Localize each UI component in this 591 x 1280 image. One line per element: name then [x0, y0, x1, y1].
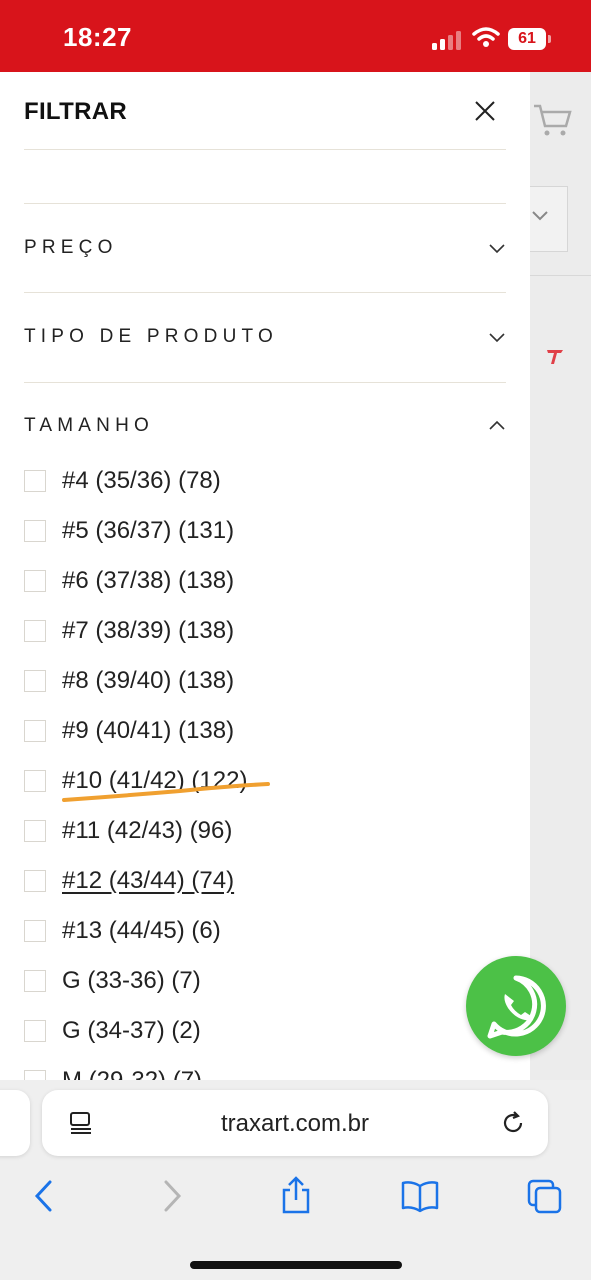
size-option[interactable]: G (33-36) (7): [24, 963, 484, 999]
close-icon[interactable]: [470, 96, 500, 126]
section-label: TIPO DE PRODUTO: [24, 326, 278, 347]
option-label: #7 (38/39) (138): [62, 617, 235, 644]
size-option[interactable]: #12 (43/44) (74): [24, 863, 484, 899]
cellular-signal-icon: [432, 30, 464, 50]
checkbox[interactable]: [24, 820, 46, 842]
size-option[interactable]: G (34-37) (2): [24, 1013, 484, 1049]
checkbox[interactable]: [24, 970, 46, 992]
section-label: PREÇO: [24, 237, 118, 258]
url-text: traxart.com.br: [220, 1110, 370, 1137]
forward-icon[interactable]: [158, 1178, 186, 1214]
section-label: TAMANHO: [24, 415, 154, 436]
home-indicator: [190, 1261, 402, 1269]
option-label: #4 (35/36) (78): [62, 467, 221, 494]
checkbox[interactable]: [24, 620, 46, 642]
section-size[interactable]: TAMANHO: [24, 405, 506, 445]
section-price[interactable]: PREÇO: [24, 227, 506, 267]
option-label: #8 (39/40) (138): [62, 667, 235, 694]
checkbox[interactable]: [24, 520, 46, 542]
option-label: G (33-36) (7): [62, 967, 201, 994]
tabs-icon[interactable]: [526, 1178, 564, 1216]
chevron-down-icon: [489, 244, 505, 254]
wifi-icon: [472, 27, 500, 47]
size-option[interactable]: #11 (42/43) (96): [24, 813, 484, 849]
bookmarks-icon[interactable]: [400, 1178, 440, 1214]
checkbox[interactable]: [24, 720, 46, 742]
size-option[interactable]: #13 (44/45) (6): [24, 913, 484, 949]
status-bar: 18:27 61: [0, 0, 591, 72]
whatsapp-button[interactable]: [466, 956, 566, 1056]
divider: [24, 382, 506, 383]
option-label: #6 (37/38) (138): [62, 567, 235, 594]
whatsapp-icon: [487, 975, 546, 1039]
checkbox[interactable]: [24, 470, 46, 492]
option-label: G (34-37) (2): [62, 1017, 201, 1044]
chevron-up-icon: [489, 420, 505, 430]
size-option[interactable]: #8 (39/40) (138): [24, 663, 484, 699]
size-option[interactable]: #5 (36/37) (131): [24, 513, 484, 549]
size-option[interactable]: #9 (40/41) (138): [24, 713, 484, 749]
size-option[interactable]: #4 (35/36) (78): [24, 463, 484, 499]
highlight-annotation: [62, 782, 270, 802]
back-icon[interactable]: [30, 1178, 58, 1214]
status-time: 18:27: [63, 22, 132, 52]
previous-tab-preview[interactable]: [0, 1090, 30, 1156]
battery-tip: [548, 35, 551, 43]
filter-drawer: FILTRAR PREÇO TIPO DE PRODUTO TAMANHO #4…: [0, 72, 530, 1080]
address-bar[interactable]: traxart.com.br: [42, 1090, 548, 1156]
divider: [24, 149, 506, 150]
reload-icon[interactable]: [500, 1110, 526, 1136]
option-label: #12 (43/44) (74): [62, 867, 235, 894]
checkbox[interactable]: [24, 570, 46, 592]
option-label: #9 (40/41) (138): [62, 717, 235, 744]
option-label: #5 (36/37) (131): [62, 517, 235, 544]
share-icon[interactable]: [278, 1174, 314, 1216]
drawer-title: FILTRAR: [24, 98, 127, 125]
divider: [24, 292, 506, 293]
size-option[interactable]: #6 (37/38) (138): [24, 563, 484, 599]
option-label: M (29-32) (7): [62, 1067, 202, 1080]
divider: [24, 203, 506, 204]
checkbox[interactable]: [24, 770, 46, 792]
brand-logo-icon: [547, 350, 563, 364]
checkbox[interactable]: [24, 1070, 46, 1080]
option-label: #13 (44/45) (6): [62, 917, 221, 944]
chevron-down-icon: [532, 211, 548, 221]
size-option[interactable]: #7 (38/39) (138): [24, 613, 484, 649]
background-divider: [530, 275, 591, 276]
size-option[interactable]: M (29-32) (7): [24, 1063, 484, 1080]
checkbox[interactable]: [24, 920, 46, 942]
checkbox[interactable]: [24, 1020, 46, 1042]
checkbox[interactable]: [24, 670, 46, 692]
section-product-type[interactable]: TIPO DE PRODUTO: [24, 316, 506, 356]
cart-icon: [534, 104, 572, 136]
option-label: #11 (42/43) (96): [62, 817, 233, 844]
chevron-down-icon: [489, 333, 505, 343]
checkbox[interactable]: [24, 870, 46, 892]
battery-icon: 61: [508, 28, 546, 50]
